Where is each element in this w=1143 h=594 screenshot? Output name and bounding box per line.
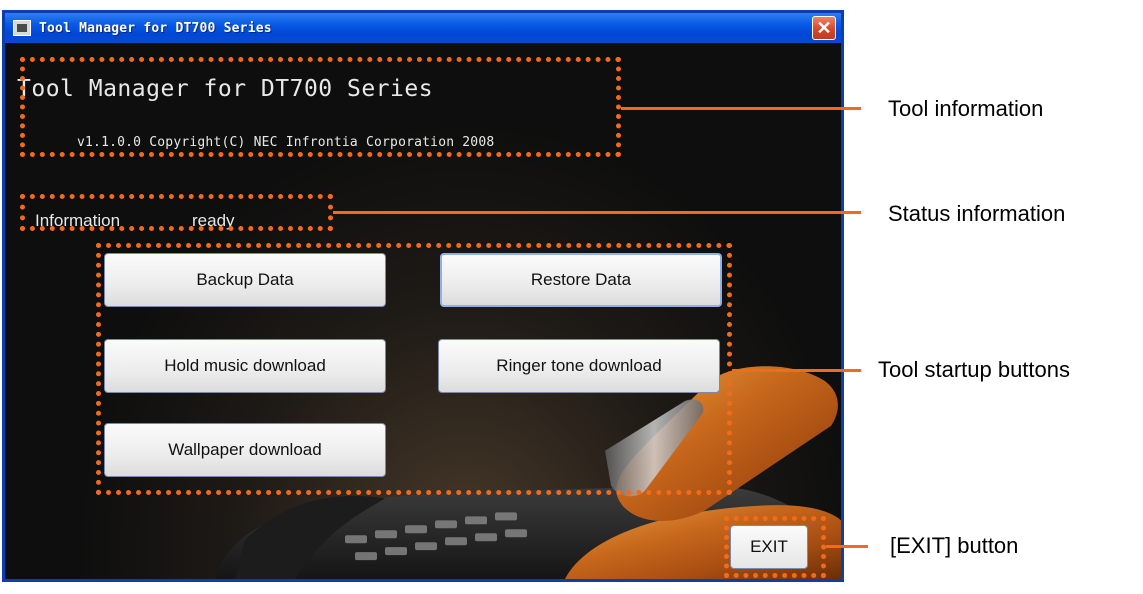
status-information-highlight bbox=[20, 194, 333, 231]
exit-button-highlight bbox=[724, 516, 826, 578]
tool-information-callout: Tool information bbox=[888, 96, 1044, 121]
tool-startup-buttons-callout: Tool startup buttons bbox=[878, 357, 1071, 382]
tool-information-highlight bbox=[20, 57, 621, 157]
exit-button-leader bbox=[826, 545, 868, 548]
tool-information-leader bbox=[621, 107, 861, 110]
window-title: Tool Manager for DT700 Series bbox=[39, 20, 272, 36]
status-information-callout: Status information bbox=[888, 201, 1066, 226]
tool-startup-buttons-highlight bbox=[96, 243, 732, 495]
status-information-leader bbox=[333, 211, 861, 214]
app-icon bbox=[13, 20, 31, 36]
title-bar[interactable]: Tool Manager for DT700 Series ✕ bbox=[5, 13, 841, 43]
close-button[interactable]: ✕ bbox=[812, 16, 836, 40]
tool-startup-buttons-leader bbox=[732, 369, 861, 372]
exit-button-callout: [EXIT] button bbox=[890, 533, 1019, 558]
